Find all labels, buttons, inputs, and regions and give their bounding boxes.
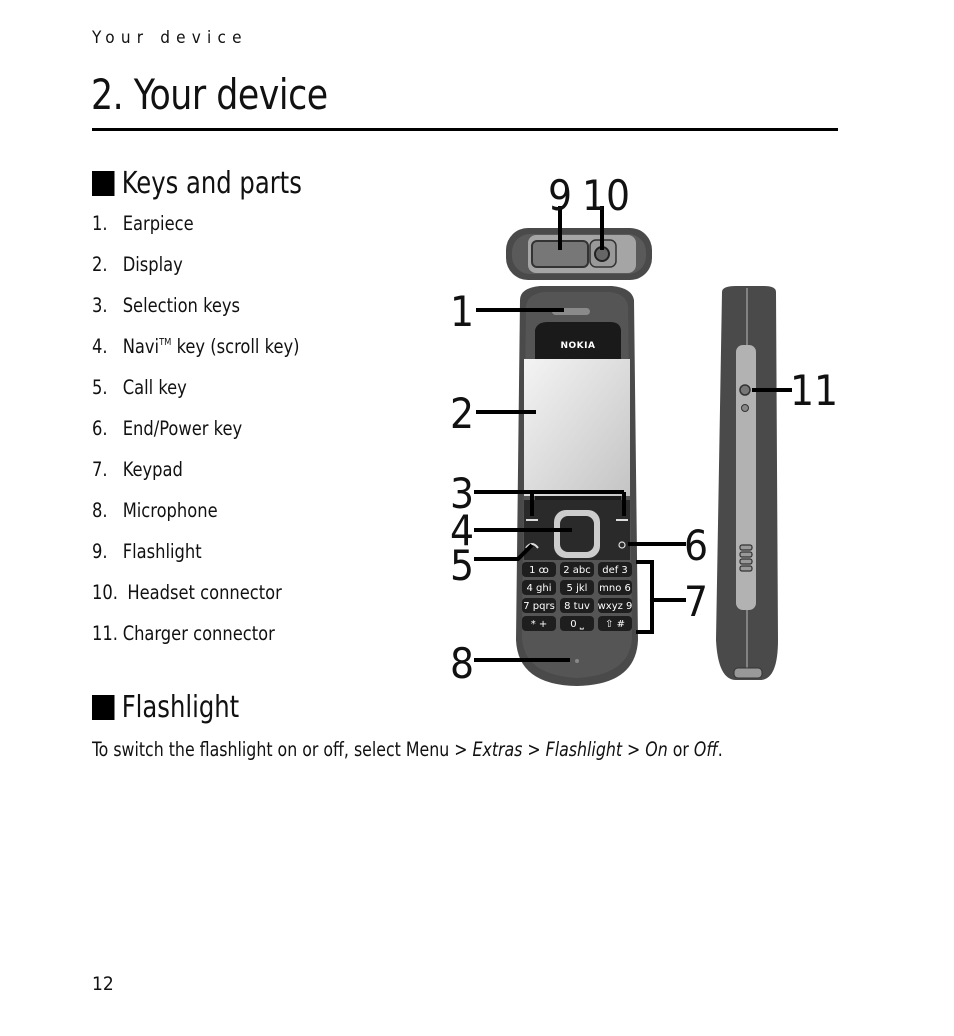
separator: > — [522, 738, 546, 761]
section-bullet-icon — [92, 695, 115, 720]
item-label: Microphone — [122, 499, 218, 522]
item-number: 2. — [92, 253, 108, 276]
item-number: 1. — [92, 212, 108, 235]
chapter-title: 2. Your device — [91, 70, 328, 119]
item-label: Keypad — [122, 458, 183, 481]
section-heading-flashlight: Flashlight — [92, 690, 239, 725]
brand-logo: NOKIA — [561, 341, 596, 351]
item-number: 9. — [92, 540, 108, 563]
running-head: Your device — [92, 28, 248, 48]
item-number: 4. — [92, 335, 108, 358]
keypad-key-label: ⇧ # — [605, 619, 625, 630]
item-number: 7. — [92, 458, 108, 481]
off-option: Off — [693, 738, 718, 761]
section-bullet-icon — [92, 171, 115, 196]
keypad-key-label: def 3 — [602, 565, 628, 576]
item-number: 8. — [92, 499, 108, 522]
item-label: Call key — [122, 376, 187, 399]
item-number: 10. — [92, 581, 118, 604]
keypad-key-label: mno 6 — [599, 583, 631, 594]
flashlight-instructions: To switch the flashlight on or off, sele… — [92, 738, 723, 761]
list-item: 8. Microphone — [92, 499, 300, 540]
callout-9: 9 — [548, 171, 572, 220]
item-label: Headset connector — [127, 581, 282, 604]
separator: > — [449, 738, 473, 761]
item-label: Charger connector — [122, 622, 275, 645]
callout-6: 6 — [684, 521, 708, 570]
item-label: Earpiece — [122, 212, 194, 235]
separator: > — [622, 738, 646, 761]
list-item: 10. Headset connector — [92, 581, 300, 622]
trademark-sup: TM — [159, 337, 172, 348]
phone-diagram: NOKIA 1 ꝏ 2 abc def 3 4 ghi 5 jkl mno 6 7 pqrs… — [450, 171, 838, 688]
item-number: 3. — [92, 294, 108, 317]
list-item: 9. Flashlight — [92, 540, 300, 581]
item-label: Selection keys — [122, 294, 241, 317]
list-item: 3. Selection keys — [92, 294, 300, 335]
item-number: 11. — [92, 622, 118, 645]
microphone-hole — [575, 659, 579, 663]
text: To switch the flashlight on or off, sele… — [92, 738, 406, 761]
title-rule — [92, 128, 838, 131]
list-item: 5. Call key — [92, 376, 300, 417]
callout-5: 5 — [450, 541, 474, 590]
keypad-key-label: 1 ꝏ — [529, 565, 549, 576]
callout-7: 7 — [684, 577, 708, 626]
list-item: 1. Earpiece — [92, 212, 300, 253]
keypad-key-label: 7 pqrs — [523, 601, 555, 612]
keypad-key-label: 0 ⎵ — [570, 619, 584, 630]
item-label: NaviTM key (scroll key) — [123, 335, 300, 376]
section-heading-text: Flashlight — [121, 690, 240, 725]
display-screen — [524, 359, 630, 496]
list-item: 6. End/Power key — [92, 417, 300, 458]
keypad-key-label: 5 jkl — [567, 583, 588, 594]
item-label-pre: Navi — [122, 335, 160, 358]
item-label: Flashlight — [122, 540, 202, 563]
list-item: 2. Display — [92, 253, 300, 294]
item-label: Display — [122, 253, 183, 276]
text: or — [667, 738, 694, 761]
keypad-key-label: 2 abc — [563, 565, 591, 576]
page-number: 12 — [92, 973, 114, 995]
text: . — [717, 738, 723, 761]
charger-connector-port — [739, 384, 751, 396]
callout-8: 8 — [450, 639, 474, 688]
callout-10: 10 — [582, 171, 630, 220]
callout-11: 11 — [790, 366, 838, 415]
item-number: 6. — [92, 417, 108, 440]
phone-front-view: NOKIA 1 ꝏ 2 abc def 3 4 ghi 5 jkl mno 6 7 pqrs… — [516, 286, 638, 686]
menu-ref: Menu — [405, 738, 450, 761]
parts-list: 1. Earpiece 2. Display 3. Selection keys 4.… — [92, 212, 315, 663]
keypad-key-label: wxyz 9 — [598, 601, 633, 612]
callout-1: 1 — [450, 287, 474, 336]
extras-ref: Extras — [472, 738, 523, 761]
phone-side-view — [716, 286, 778, 680]
keypad-key-label: 8 tuv — [564, 601, 590, 612]
list-item: 11. Charger connector — [92, 622, 300, 663]
callout-2: 2 — [450, 389, 474, 438]
keypad-key-label: 4 ghi — [526, 583, 551, 594]
section-heading-keys-and-parts: Keys and parts — [92, 166, 302, 201]
on-option: On — [645, 738, 668, 761]
section-heading-text: Keys and parts — [121, 166, 302, 201]
item-number: 5. — [92, 376, 108, 399]
list-item: 4. NaviTM key (scroll key) — [92, 335, 300, 376]
item-label: End/Power key — [122, 417, 243, 440]
item-label-post: key (scroll key) — [171, 335, 300, 358]
phone-top-view — [506, 228, 652, 280]
flashlight-ref: Flashlight — [545, 738, 623, 761]
list-item: 7. Keypad — [92, 458, 300, 499]
keypad-key-label: * + — [531, 619, 548, 630]
